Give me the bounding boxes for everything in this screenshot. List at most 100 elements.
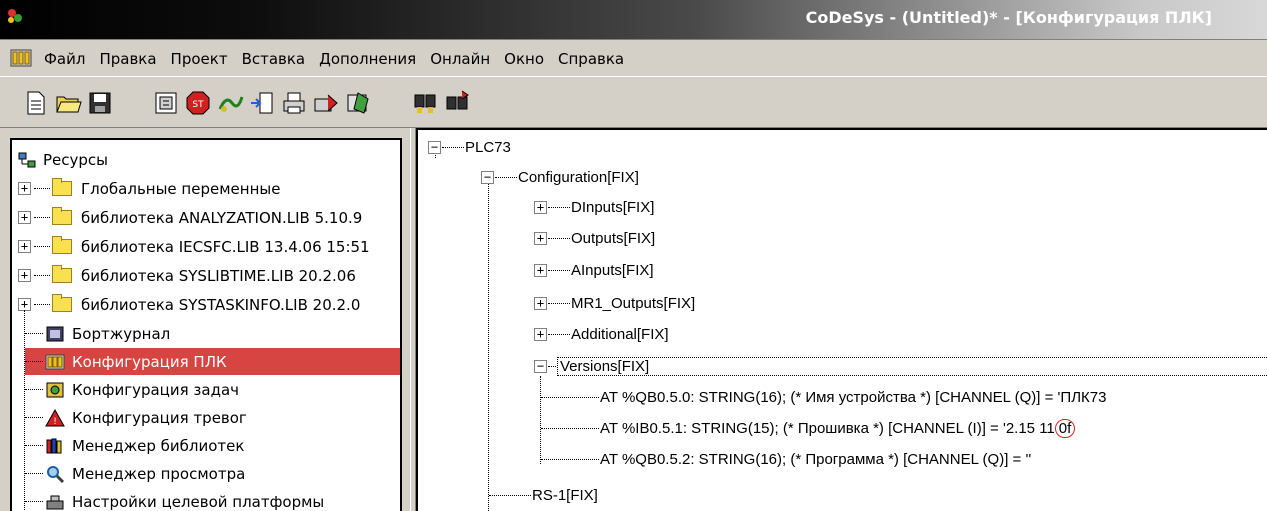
tree-node-configuration[interactable]: − Configuration[FIX] [481, 162, 639, 192]
collapse-icon[interactable]: − [481, 170, 494, 184]
document-icon[interactable] [10, 48, 32, 68]
channel-row-device-name[interactable]: AT %QB0.5.0: STRING(16); (* Имя устройст… [540, 382, 1106, 412]
channel-row-firmware[interactable]: AT %IB0.5.1: STRING(15); (* Прошивка *) … [540, 413, 1076, 443]
firmware-suffix-highlight: 0f [1054, 418, 1076, 438]
tree-node-rs1[interactable]: RS-1[FIX] [488, 480, 598, 510]
tree-label: Конфигурация ПЛК [72, 352, 227, 371]
menu-help[interactable]: Справка [551, 50, 631, 68]
expand-icon[interactable]: + [18, 211, 31, 224]
run-icon [218, 96, 244, 112]
tree-connector [25, 389, 43, 390]
tree-connector [25, 473, 43, 474]
open-button[interactable] [52, 87, 84, 119]
tree-item-lib-iecsfc[interactable]: + библиотека IECSFC.LIB 13.4.06 15:51 [18, 233, 373, 260]
collapse-icon[interactable]: − [428, 140, 441, 154]
folder-icon [52, 207, 72, 225]
tree-connector [25, 445, 43, 446]
tree-item-watch-manager[interactable]: Менеджер просмотра [25, 460, 248, 487]
resources-tree[interactable]: Ресурсы + Глобальные переменные + библио… [10, 138, 402, 511]
build-button[interactable] [150, 87, 182, 119]
print-button[interactable] [278, 87, 310, 119]
expand-icon[interactable]: + [534, 296, 547, 310]
save-icon [89, 92, 111, 114]
export-button[interactable] [310, 87, 342, 119]
tree-node-mr1-outputs[interactable]: + MR1_Outputs[FIX] [534, 288, 695, 318]
tree-item-global-vars[interactable]: + Глобальные переменные [18, 175, 283, 202]
tree-node-ainputs[interactable]: + AInputs[FIX] [534, 255, 654, 285]
tree-connector [548, 237, 570, 239]
svg-text:!: ! [53, 417, 57, 427]
tree-item-library-manager[interactable]: Менеджер библиотек [25, 432, 247, 459]
library-manager-icon [46, 438, 62, 453]
tree-connector [34, 188, 50, 189]
menu-file[interactable]: Файл [37, 50, 92, 68]
svg-text:ST: ST [192, 100, 204, 110]
collapse-icon[interactable]: − [534, 359, 547, 373]
tree-label: Бортжурнал [72, 324, 171, 343]
tree-connector [541, 396, 599, 398]
tree-item-lib-analyzation[interactable]: + библиотека ANALYZATION.LIB 5.10.9 [18, 204, 365, 231]
tree-label: библиотека SYSTASKINFO.LIB 20.2.0 [81, 295, 361, 314]
expand-icon[interactable]: + [18, 182, 31, 195]
node-label: MR1_Outputs[FIX] [571, 294, 696, 312]
menu-project[interactable]: Проект [164, 50, 235, 68]
title-bar[interactable]: CoDeSys - (Untitled)* - [Конфигурация ПЛ… [0, 0, 1267, 40]
expand-icon[interactable]: + [534, 231, 547, 245]
tree-node-additional[interactable]: + Additional[FIX] [534, 319, 669, 349]
tree-item-lib-systaskinfo[interactable]: + библиотека SYSTASKINFO.LIB 20.2.0 [18, 291, 363, 318]
tree-node-versions[interactable]: − Versions[FIX] [534, 351, 1267, 381]
menu-window[interactable]: Окно [497, 50, 551, 68]
alarm-config-icon: ! [45, 408, 65, 427]
menu-edit[interactable]: Правка [92, 50, 163, 68]
expand-icon[interactable]: + [534, 200, 547, 214]
tree-connector [548, 269, 570, 271]
menu-bar: Файл Правка Проект Вставка Дополнения Он… [0, 41, 1267, 75]
tree-node-plc73[interactable]: − PLC73 [428, 132, 511, 162]
expand-icon[interactable]: + [534, 327, 547, 341]
node-label: DInputs[FIX] [571, 198, 655, 216]
step-button[interactable] [246, 87, 278, 119]
step-icon [251, 92, 273, 114]
tree-connector [34, 275, 50, 276]
find-icon [414, 94, 436, 113]
print-icon [283, 92, 305, 114]
find-button[interactable] [410, 87, 442, 119]
tree-label: Ресурсы [43, 150, 109, 169]
tree-item-lib-syslibtime[interactable]: + библиотека SYSLIBTIME.LIB 20.2.06 [18, 262, 359, 289]
tree-root-resources[interactable]: Ресурсы [18, 146, 111, 173]
menu-insert[interactable]: Вставка [235, 50, 313, 68]
resources-icon [18, 152, 36, 167]
menu-online[interactable]: Онлайн [423, 50, 497, 68]
expand-icon[interactable]: + [18, 269, 31, 282]
tree-label: Глобальные переменные [81, 179, 281, 198]
resources-pane: Ресурсы + Глобальные переменные + библио… [0, 128, 410, 511]
folder-icon [52, 236, 72, 254]
expand-icon[interactable]: + [18, 240, 31, 253]
node-label: Outputs[FIX] [571, 229, 656, 247]
run-button[interactable] [214, 87, 246, 119]
tree-item-plc-config[interactable]: Конфигурация ПЛК [25, 348, 400, 375]
tree-node-dinputs[interactable]: + DInputs[FIX] [534, 192, 654, 222]
channel-label: AT %IB0.5.1: STRING(15); (* Прошивка *) … [600, 419, 1055, 437]
save-button[interactable] [84, 87, 116, 119]
tree-label: Менеджер просмотра [72, 464, 246, 483]
tree-item-task-config[interactable]: Конфигурация задач [25, 376, 242, 403]
replace-button[interactable] [442, 87, 474, 119]
tree-item-target-settings[interactable]: Настройки целевой платформы [25, 488, 327, 511]
tree-connector [25, 333, 43, 334]
tree-item-logbook[interactable]: Бортжурнал [25, 320, 173, 347]
expand-icon[interactable]: + [534, 263, 547, 277]
plc-config-tree[interactable]: − PLC73 − Configuration[FIX] + DInputs[F… [416, 128, 1267, 511]
tree-connector [548, 365, 556, 367]
menu-extras[interactable]: Дополнения [312, 50, 423, 68]
tree-node-outputs[interactable]: + Outputs[FIX] [534, 223, 655, 253]
tree-connector [548, 206, 570, 208]
tree-label: библиотека IECSFC.LIB 13.4.06 15:51 [81, 237, 370, 256]
new-button[interactable] [20, 87, 52, 119]
settings-button[interactable] [342, 87, 374, 119]
tree-item-alarm-config[interactable]: ! Конфигурация тревог [25, 404, 250, 431]
stop-button[interactable]: ST [182, 87, 214, 119]
folder-icon [52, 294, 72, 312]
channel-row-program[interactable]: AT %QB0.5.2: STRING(16); (* Программа *)… [540, 444, 1031, 474]
tree-connector-vertical [488, 182, 489, 511]
